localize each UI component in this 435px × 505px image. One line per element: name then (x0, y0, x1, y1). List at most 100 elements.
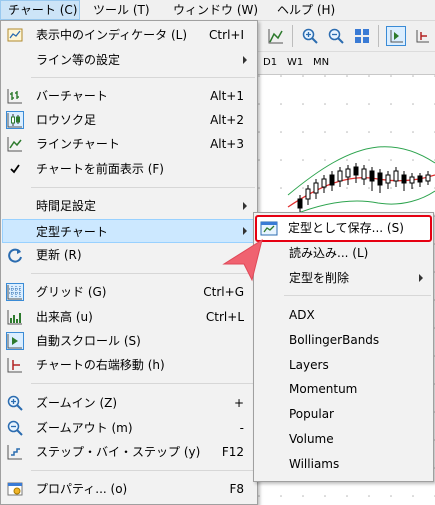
menu-item-shortcut: Alt+1 (210, 89, 244, 103)
line-chart-icon (6, 135, 24, 153)
menu-item-label: 更新 (R) (36, 248, 82, 262)
properties-icon (6, 480, 24, 498)
submenu-item-label: 定型として保存... (S) (288, 221, 404, 235)
refresh-icon (6, 246, 24, 264)
menu-item-label: 時間足設定 (36, 199, 97, 213)
volume-icon (6, 308, 24, 326)
callout-arrow-icon (222, 238, 263, 282)
timeframe-bar: D1 W1 MN (258, 52, 435, 75)
zoom-in-icon (6, 394, 24, 412)
timeframe-mn[interactable]: MN (310, 55, 332, 71)
menu-item-label: ロウソク足 (36, 113, 97, 127)
menu-item-auto-scroll[interactable]: 自動スクロール (S) (2, 329, 256, 353)
menu-item-refresh[interactable]: 更新 (R) (2, 243, 256, 267)
submenu-item-label: 読み込み... (L) (289, 246, 369, 260)
menu-item-shortcut: Ctrl+L (205, 310, 244, 324)
menu-item-step-by-step[interactable]: ステップ・バイ・ステップ (y) F12 (2, 440, 256, 464)
menu-item-label: 出来高 (u) (36, 310, 93, 324)
zoom-in-tool-icon[interactable] (300, 26, 320, 46)
menu-item-timeframes[interactable]: 時間足設定 (2, 194, 256, 218)
submenu-arrow-icon (243, 202, 247, 210)
menu-tools[interactable]: ツール (T) (86, 0, 157, 20)
menu-window[interactable]: ウィンドウ (W) (166, 0, 265, 20)
menu-separator (284, 295, 431, 296)
zoom-out-icon (6, 419, 24, 437)
submenu-arrow-icon (243, 56, 247, 64)
menu-item-label: チャートの右端移動 (h) (36, 358, 165, 372)
grid-icon (6, 283, 24, 301)
menu-item-shortcut: Ctrl+I (209, 28, 244, 42)
menu-item-label: ステップ・バイ・ステップ (y) (36, 445, 201, 459)
submenu-item-label: Williams (289, 457, 340, 471)
menu-item-label: ラインチャート (36, 137, 120, 151)
submenu-arrow-icon (419, 274, 423, 282)
menu-item-shortcut: F8 (229, 482, 244, 496)
menu-bar: チャート (C) ツール (T) ウィンドウ (W) ヘルプ (H) (0, 0, 435, 21)
template-item-layers[interactable]: Layers (255, 353, 432, 377)
menu-item-zoom-in[interactable]: ズームイン (Z) + (2, 391, 256, 415)
menu-item-chart-foreground[interactable]: チャートを前面表示 (F) (2, 157, 256, 181)
menu-separator (31, 187, 255, 188)
menu-separator (31, 470, 255, 471)
chart-dropdown-menu: 表示中のインディケータ (L) Ctrl+I ライン等の設定 バーチャート Al… (0, 20, 258, 505)
submenu-item-label: Momentum (289, 382, 358, 396)
menu-item-grid[interactable]: グリッド (G) Ctrl+G (2, 280, 256, 304)
bar-chart-icon (6, 87, 24, 105)
menu-item-line-chart[interactable]: ラインチャート Alt+3 (2, 132, 256, 156)
submenu-item-label: Layers (289, 358, 329, 372)
menu-item-label: ズームアウト (m) (36, 421, 133, 435)
menu-item-label: バーチャート (36, 89, 108, 103)
chart-shift-tool-icon[interactable] (412, 26, 432, 46)
submenu-item-label: 定型を削除 (289, 271, 350, 285)
checkmark-icon (6, 160, 24, 178)
menu-item-label: ズームイン (Z) (36, 396, 118, 410)
menu-item-label: グリッド (G) (36, 285, 107, 299)
menu-item-indicators-list[interactable]: 表示中のインディケータ (L) Ctrl+I (2, 23, 256, 47)
submenu-item-label: ADX (289, 308, 315, 322)
menu-item-label: 定型チャート (36, 225, 108, 239)
submenu-item-label: BollingerBands (289, 333, 380, 347)
template-item-bollingerbands[interactable]: BollingerBands (255, 328, 432, 352)
tile-windows-icon[interactable] (352, 26, 372, 46)
timeframe-d1[interactable]: D1 (260, 55, 280, 71)
menu-item-line-settings[interactable]: ライン等の設定 (2, 48, 256, 72)
candlestick-icon (6, 111, 24, 129)
menu-item-candlestick[interactable]: ロウソク足 Alt+2 (2, 108, 256, 132)
chart-toolbar (258, 21, 435, 52)
zoom-out-tool-icon[interactable] (326, 26, 346, 46)
timeframe-w1[interactable]: W1 (284, 55, 306, 71)
auto-scroll-icon (6, 332, 24, 350)
menu-separator (31, 77, 255, 78)
indicator-list-icon (6, 26, 24, 44)
menu-item-shortcut: - (239, 421, 244, 435)
chart-shift-icon (6, 356, 24, 374)
menu-chart[interactable]: チャート (C) (0, 0, 80, 20)
menu-item-shortcut: + (233, 396, 244, 410)
menu-item-zoom-out[interactable]: ズームアウト (m) - (2, 416, 256, 440)
menu-item-bar-chart[interactable]: バーチャート Alt+1 (2, 84, 256, 108)
menu-separator (31, 383, 255, 384)
template-item-popular[interactable]: Popular (255, 402, 432, 426)
template-item-volume[interactable]: Volume (255, 427, 432, 451)
menu-help[interactable]: ヘルプ (H) (270, 0, 342, 20)
line-chart-tool-icon[interactable] (266, 26, 286, 46)
menu-item-label: 自動スクロール (S) (36, 334, 141, 348)
menu-item-shortcut: F12 (221, 445, 244, 459)
submenu-item-label: Popular (289, 407, 334, 421)
menu-item-label: 表示中のインディケータ (L) (36, 28, 188, 42)
menu-item-chart-shift[interactable]: チャートの右端移動 (h) (2, 353, 256, 377)
template-item-momentum[interactable]: Momentum (255, 377, 432, 401)
menu-item-templates[interactable]: 定型チャート (2, 219, 256, 243)
menu-item-volume[interactable]: 出来高 (u) Ctrl+L (2, 305, 256, 329)
submenu-item-label: Volume (289, 432, 334, 446)
menu-item-label: ライン等の設定 (36, 53, 121, 67)
menu-item-shortcut: Alt+3 (210, 137, 244, 151)
template-item-adx[interactable]: ADX (255, 303, 432, 327)
auto-scroll-tool-icon[interactable] (386, 26, 406, 46)
menu-item-properties[interactable]: プロパティ... (o) F8 (2, 477, 256, 501)
menu-item-shortcut: Alt+2 (210, 113, 244, 127)
step-icon (6, 443, 24, 461)
menu-item-label: チャートを前面表示 (F) (36, 162, 164, 176)
template-item-williams[interactable]: Williams (255, 452, 432, 476)
menu-item-label: プロパティ... (o) (36, 482, 128, 496)
